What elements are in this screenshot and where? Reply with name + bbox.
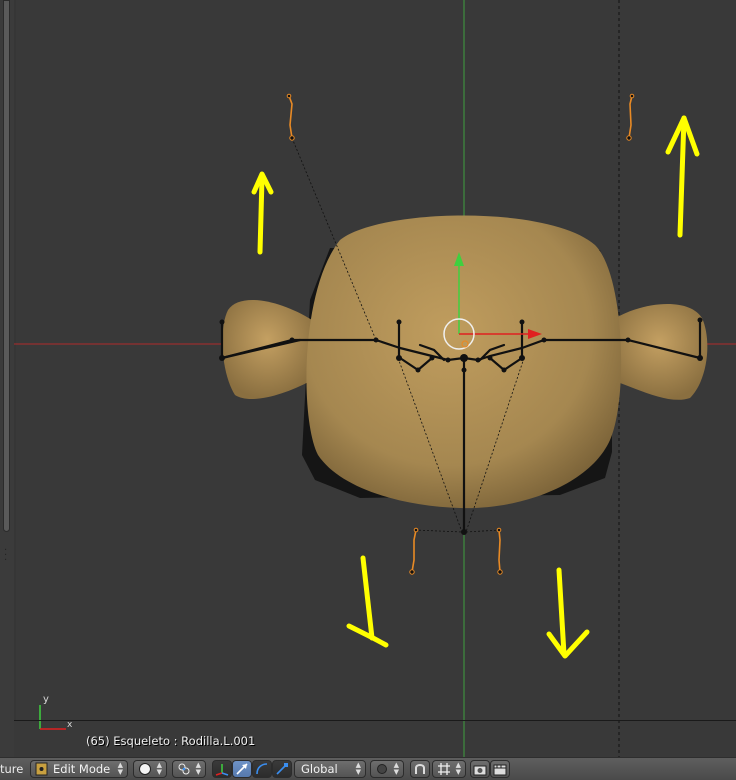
axis-gizmo-y-label: y [43, 694, 49, 705]
shading-solid-icon [139, 763, 151, 775]
proportional-edit-icon [377, 764, 387, 774]
updown-arrows-icon: ▲ ▼ [393, 761, 399, 776]
orientation-select-label: Global [301, 762, 338, 776]
rotate-manipulator-icon [256, 763, 268, 775]
render-still-icon [473, 765, 487, 776]
mode-select[interactable]: Edit Mode ▲ ▼ [30, 760, 128, 778]
mesh-left-ear [222, 299, 312, 400]
mesh-right-ear [612, 303, 708, 400]
snap-target-icon [438, 763, 450, 775]
snap-target-select[interactable]: ▲ ▼ [432, 760, 466, 778]
updown-arrows-icon: ▲ ▼ [195, 761, 201, 776]
object-info-text: (65) Esqueleto : Rodilla.L.001 [86, 734, 256, 748]
mode-select-label: Edit Mode [53, 762, 111, 776]
updown-arrows-icon: ▲ ▼ [455, 761, 461, 776]
viewport-divider [14, 720, 736, 721]
scale-manipulator-icon [276, 763, 288, 775]
viewport-header: ture Edit Mode ▲ ▼ ▲ ▼ ▲ ▼ Global ▲ ▼ ▲ ▼ ▲ ▼ [0, 757, 736, 780]
proportional-edit-select[interactable]: ▲ ▼ [370, 760, 404, 778]
arrow-down-left [346, 555, 389, 648]
orientation-select[interactable]: Global ▲ ▼ [294, 760, 366, 778]
axis-gizmo [39, 705, 66, 730]
region-drag-handle[interactable]: · · · [4, 546, 7, 566]
translate-manipulator-toggle[interactable] [232, 760, 252, 778]
snap-icon [415, 764, 425, 774]
pivot-point-icon [178, 763, 190, 775]
translate-manipulator-icon [236, 763, 248, 775]
render-animation-icon [493, 764, 507, 776]
updown-arrows-icon: ▲ ▼ [156, 761, 162, 776]
viewport-left-edge: · · · [0, 0, 14, 757]
arrow-up-left [251, 171, 274, 255]
updown-arrows-icon: ▲ ▼ [117, 761, 123, 776]
editor-menu-label[interactable]: ture [0, 762, 23, 776]
manipulator-toggle-icon [215, 764, 229, 776]
viewport-canvas[interactable] [0, 0, 736, 757]
arrow-up-right [665, 115, 700, 238]
viewport-shading-select[interactable]: ▲ ▼ [133, 760, 167, 778]
armature-mode-icon [35, 762, 48, 776]
3d-viewport[interactable]: y x · · · (65) Esqueleto : Rodilla.L.001 [0, 0, 736, 757]
snap-toggle[interactable] [410, 760, 430, 778]
scale-manipulator-toggle[interactable] [272, 760, 292, 778]
render-animation-button[interactable] [490, 760, 510, 778]
viewport-scrollbar[interactable] [3, 0, 10, 532]
pivot-point-select[interactable]: ▲ ▼ [172, 760, 206, 778]
rotate-manipulator-toggle[interactable] [252, 760, 272, 778]
manipulator-toggle[interactable] [212, 760, 232, 778]
axis-gizmo-x-label: x [67, 720, 73, 730]
arrow-down-right [546, 567, 590, 659]
render-still-button[interactable] [470, 760, 490, 778]
updown-arrows-icon: ▲ ▼ [355, 761, 361, 776]
